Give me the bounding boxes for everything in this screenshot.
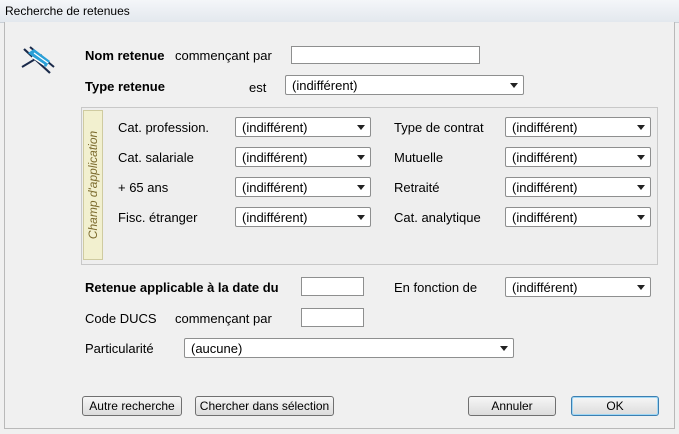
- type-contrat-label: Type de contrat: [394, 120, 484, 135]
- cat-salariale-value: (indifférent): [242, 150, 308, 165]
- retraite-label: Retraité: [394, 180, 440, 195]
- title-bar: Recherche de retenues: [0, 0, 679, 23]
- chevron-down-icon: [637, 285, 645, 290]
- fisc-etranger-label: Fisc. étranger: [118, 210, 198, 225]
- en-fonction-de-label: En fonction de: [394, 280, 478, 295]
- cat-salariale-label: Cat. salariale: [118, 150, 194, 165]
- type-contrat-value: (indifférent): [512, 120, 578, 135]
- code-ducs-input[interactable]: [301, 308, 364, 327]
- mutuelle-label: Mutuelle: [394, 150, 444, 165]
- chercher-selection-button[interactable]: Chercher dans sélection: [195, 396, 334, 416]
- particularite-label: Particularité: [85, 341, 154, 356]
- nom-retenue-commencant-label: commençant par: [175, 48, 272, 63]
- fisc-etranger-value: (indifférent): [242, 210, 308, 225]
- plus-65-ans-value: (indifférent): [242, 180, 308, 195]
- code-ducs-commencant-label: commençant par: [175, 311, 272, 326]
- cat-profession-label: Cat. profession.: [118, 120, 210, 135]
- chevron-down-icon: [357, 125, 365, 130]
- cat-salariale-select[interactable]: (indifférent): [235, 147, 371, 167]
- type-retenue-value: (indifférent): [292, 78, 358, 93]
- chevron-down-icon: [637, 185, 645, 190]
- chevron-down-icon: [357, 215, 365, 220]
- cat-analytique-value: (indifférent): [512, 210, 578, 225]
- mutuelle-value: (indifférent): [512, 150, 578, 165]
- type-retenue-est-label: est: [249, 80, 267, 95]
- chevron-down-icon: [637, 215, 645, 220]
- plus-65-ans-select[interactable]: (indifférent): [235, 177, 371, 197]
- plus-65-ans-label: + 65 ans: [118, 180, 169, 195]
- nom-retenue-input[interactable]: [291, 46, 480, 64]
- cat-analytique-select[interactable]: (indifférent): [505, 207, 651, 227]
- champ-application-tab: Champ d'application: [83, 110, 103, 260]
- type-retenue-label: Type retenue: [85, 79, 165, 94]
- nom-retenue-label: Nom retenue: [85, 48, 165, 63]
- chevron-down-icon: [637, 125, 645, 130]
- deckchair-logo-icon: [21, 46, 55, 74]
- date-applicable-label: Retenue applicable à la date du: [85, 280, 279, 295]
- chevron-down-icon: [510, 83, 518, 88]
- particularite-select[interactable]: (aucune): [184, 338, 514, 358]
- code-ducs-label: Code DUCS: [85, 311, 157, 326]
- mutuelle-select[interactable]: (indifférent): [505, 147, 651, 167]
- champ-application-label: Champ d'application: [86, 130, 100, 240]
- ok-button[interactable]: OK: [571, 396, 659, 416]
- type-contrat-select[interactable]: (indifférent): [505, 117, 651, 137]
- en-fonction-de-value: (indifférent): [512, 280, 578, 295]
- type-retenue-select[interactable]: (indifférent): [285, 75, 524, 95]
- date-applicable-input[interactable]: [301, 277, 364, 296]
- retraite-select[interactable]: (indifférent): [505, 177, 651, 197]
- en-fonction-de-select[interactable]: (indifférent): [505, 277, 651, 297]
- annuler-button[interactable]: Annuler: [468, 396, 556, 416]
- fisc-etranger-select[interactable]: (indifférent): [235, 207, 371, 227]
- chevron-down-icon: [500, 346, 508, 351]
- window-title: Recherche de retenues: [5, 4, 130, 18]
- chevron-down-icon: [357, 155, 365, 160]
- retraite-value: (indifférent): [512, 180, 578, 195]
- cat-profession-value: (indifférent): [242, 120, 308, 135]
- chevron-down-icon: [637, 155, 645, 160]
- autre-recherche-button[interactable]: Autre recherche: [82, 396, 182, 416]
- cat-profession-select[interactable]: (indifférent): [235, 117, 371, 137]
- chevron-down-icon: [357, 185, 365, 190]
- cat-analytique-label: Cat. analytique: [394, 210, 481, 225]
- particularite-value: (aucune): [191, 341, 243, 356]
